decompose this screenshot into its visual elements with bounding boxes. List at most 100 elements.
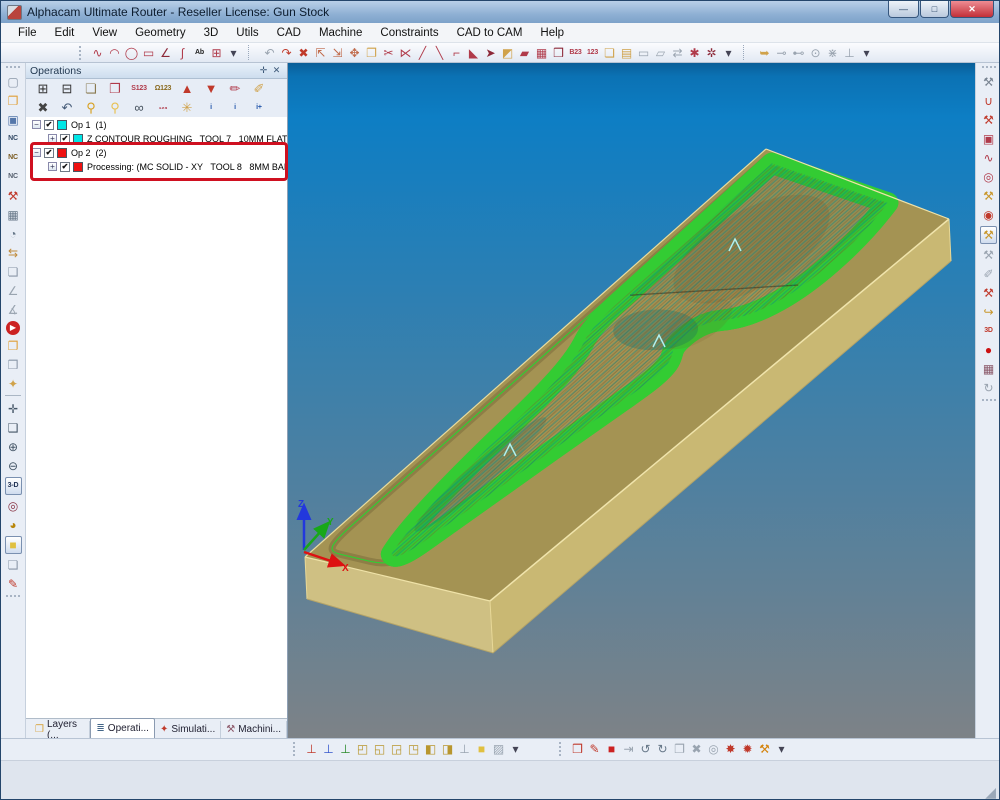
box-icon[interactable]: ❒ <box>551 45 566 61</box>
checkbox[interactable]: ✔ <box>44 120 54 130</box>
add-tool-icon[interactable]: ⚒ <box>981 74 996 90</box>
checkbox[interactable]: ✔ <box>44 148 54 158</box>
xy-plane-icon[interactable]: ✎ <box>587 741 602 757</box>
arc-icon[interactable]: ◠ <box>107 45 122 61</box>
tab-layers[interactable]: ❐ Layers (... <box>30 721 90 738</box>
dim-linear-icon[interactable]: ⊷ <box>791 45 806 61</box>
tab-operations[interactable]: ≣ Operati... <box>90 718 155 738</box>
tab-machining[interactable]: ⚒ Machini... <box>221 721 287 738</box>
rect-gray-icon[interactable]: ▭ <box>636 45 651 61</box>
play-icon[interactable]: ▶ <box>6 321 20 335</box>
rough-icon[interactable]: ⚒ <box>981 112 996 128</box>
spline-icon[interactable]: ∫ <box>175 45 190 61</box>
delete-icon[interactable]: ✖ <box>32 99 54 116</box>
menu-item[interactable]: Constraints <box>371 25 447 41</box>
tree-row[interactable]: + ✔ Processing: (MC SOLID - XY TOOL 8 8M… <box>26 160 287 173</box>
z-axis-icon[interactable]: ⊥ <box>457 741 472 757</box>
menu-item[interactable]: CAD to CAM <box>448 25 532 41</box>
zoom-in-icon[interactable]: ⊕ <box>6 439 21 455</box>
dim-angle-icon[interactable]: ⋇ <box>825 45 840 61</box>
fillet-icon[interactable]: ⌐ <box>449 45 464 61</box>
plane-gray-icon[interactable]: ▱ <box>653 45 668 61</box>
undo-icon[interactable]: ↶ <box>56 99 78 116</box>
mirror-gray-icon[interactable]: ⇄ <box>670 45 685 61</box>
3d-machining-icon[interactable]: 3D <box>981 323 996 339</box>
viewport-3d[interactable]: Z Y X <box>288 63 975 738</box>
rotate-ccw-icon[interactable]: ↺ <box>638 741 653 757</box>
title-bar[interactable]: Alphacam Ultimate Router - Reseller Lice… <box>1 1 999 24</box>
bounds-icon[interactable]: ⊞ <box>209 45 224 61</box>
lock-icon[interactable]: ⚲ <box>80 99 102 116</box>
contour-pair-icon[interactable]: ◎ <box>981 169 996 185</box>
pick-icon[interactable]: ➤ <box>483 45 498 61</box>
sphere-tool-icon[interactable]: ◉ <box>981 207 996 223</box>
dim-radius-icon[interactable]: ⊙ <box>808 45 823 61</box>
copy-solid-icon[interactable]: ❐ <box>672 741 687 757</box>
menu-item[interactable]: Edit <box>46 25 84 41</box>
finish-icon[interactable]: ∿ <box>981 150 996 166</box>
to-box-icon[interactable]: ⇥ <box>621 741 636 757</box>
dropdown-caret[interactable]: ▾ <box>859 45 874 61</box>
dim-perp-icon[interactable]: ⊥ <box>842 45 857 61</box>
dropdown-caret[interactable]: ▾ <box>774 741 789 757</box>
menu-item[interactable]: View <box>83 25 126 41</box>
center-icon[interactable]: ◎ <box>706 741 721 757</box>
renumber-ops-icon[interactable]: S123 <box>128 80 150 97</box>
contour-icon[interactable]: ▰ <box>517 45 532 61</box>
move-point-icon[interactable]: ⇱ <box>313 45 328 61</box>
menu-item[interactable]: Utils <box>227 25 267 41</box>
edit-surface-icon[interactable]: ✎ <box>6 576 21 592</box>
view-iso-icon[interactable]: ◰ <box>355 741 370 757</box>
redo-icon[interactable]: ↷ <box>279 45 294 61</box>
drill-icon[interactable]: ⚒ <box>981 285 996 301</box>
renumber-icon[interactable]: ₁₂₃ <box>152 99 174 116</box>
menu-item[interactable]: Machine <box>310 25 371 41</box>
open-file-icon[interactable]: ❐ <box>6 93 21 109</box>
resequence-icon[interactable]: Ω123 <box>152 80 174 97</box>
edit-op-icon[interactable]: ❏ <box>80 80 102 97</box>
print-preview-icon[interactable]: ◔ <box>6 226 21 242</box>
boxed-tool-icon[interactable]: ▣ <box>981 131 996 147</box>
b23-icon[interactable]: B23 <box>568 45 583 61</box>
record-icon[interactable]: ● <box>981 342 996 358</box>
maximize-button[interactable]: □ <box>920 1 949 18</box>
expander-icon[interactable]: − <box>32 148 41 157</box>
copy-layer-icon[interactable]: ❏ <box>6 264 21 280</box>
delete-icon[interactable]: ✖ <box>296 45 311 61</box>
delete-op-icon[interactable]: ❐ <box>104 80 126 97</box>
expander-icon[interactable]: + <box>48 134 57 143</box>
nest-icon[interactable]: ▦ <box>534 45 549 61</box>
move-down-icon[interactable]: ▼ <box>200 80 222 97</box>
collapse-all-icon[interactable]: ⊟ <box>56 80 78 97</box>
print-icon[interactable]: ▦ <box>6 207 21 223</box>
renumber-icon[interactable]: 123 <box>585 45 600 61</box>
find-icon[interactable]: ∞ <box>128 99 150 116</box>
measure-icon[interactable]: ∠ <box>6 283 21 299</box>
tree-row[interactable]: − ✔ Op 2 (2) <box>26 146 287 159</box>
copy-page-icon[interactable]: ❒ <box>6 357 21 373</box>
tab-simulation[interactable]: ✦ Simulati... <box>155 721 221 738</box>
gold-tool-icon[interactable]: ⚒ <box>981 188 996 204</box>
nc-output-icon[interactable]: NC <box>6 131 21 147</box>
sketch-icon[interactable]: ∿ <box>90 45 105 61</box>
tree-row[interactable]: − ✔ Op 1 (1) <box>26 118 287 131</box>
transfer-icon[interactable]: ⇆ <box>6 245 21 261</box>
view-back-icon[interactable]: ◧ <box>423 741 438 757</box>
gray-rotate-icon[interactable]: ↻ <box>981 380 996 396</box>
cplane-y-icon[interactable]: ⊥ <box>321 741 336 757</box>
checkbox[interactable]: ✔ <box>60 162 70 172</box>
text-icon[interactable]: Ab <box>192 45 207 61</box>
move-up-icon[interactable]: ▲ <box>176 80 198 97</box>
explode-icon[interactable]: ✱ <box>687 45 702 61</box>
rotate-cw-icon[interactable]: ↻ <box>655 741 670 757</box>
angle-line-icon[interactable]: ∠ <box>158 45 173 61</box>
info-list-icon[interactable]: i <box>224 99 246 116</box>
expand-all-icon[interactable]: ⊞ <box>32 80 54 97</box>
shade-icon[interactable]: ◕ <box>6 517 21 533</box>
expander-icon[interactable]: + <box>48 162 57 171</box>
circle-icon[interactable]: ◯ <box>124 45 139 61</box>
tree-row[interactable]: + ✔ Z CONTOUR ROUGHING TOOL 7 10MM FLAT <box>26 132 287 145</box>
close-button[interactable]: ✕ <box>950 1 994 18</box>
solid-view-icon[interactable]: ■ <box>5 536 22 554</box>
group-icon[interactable]: ▤ <box>619 45 634 61</box>
